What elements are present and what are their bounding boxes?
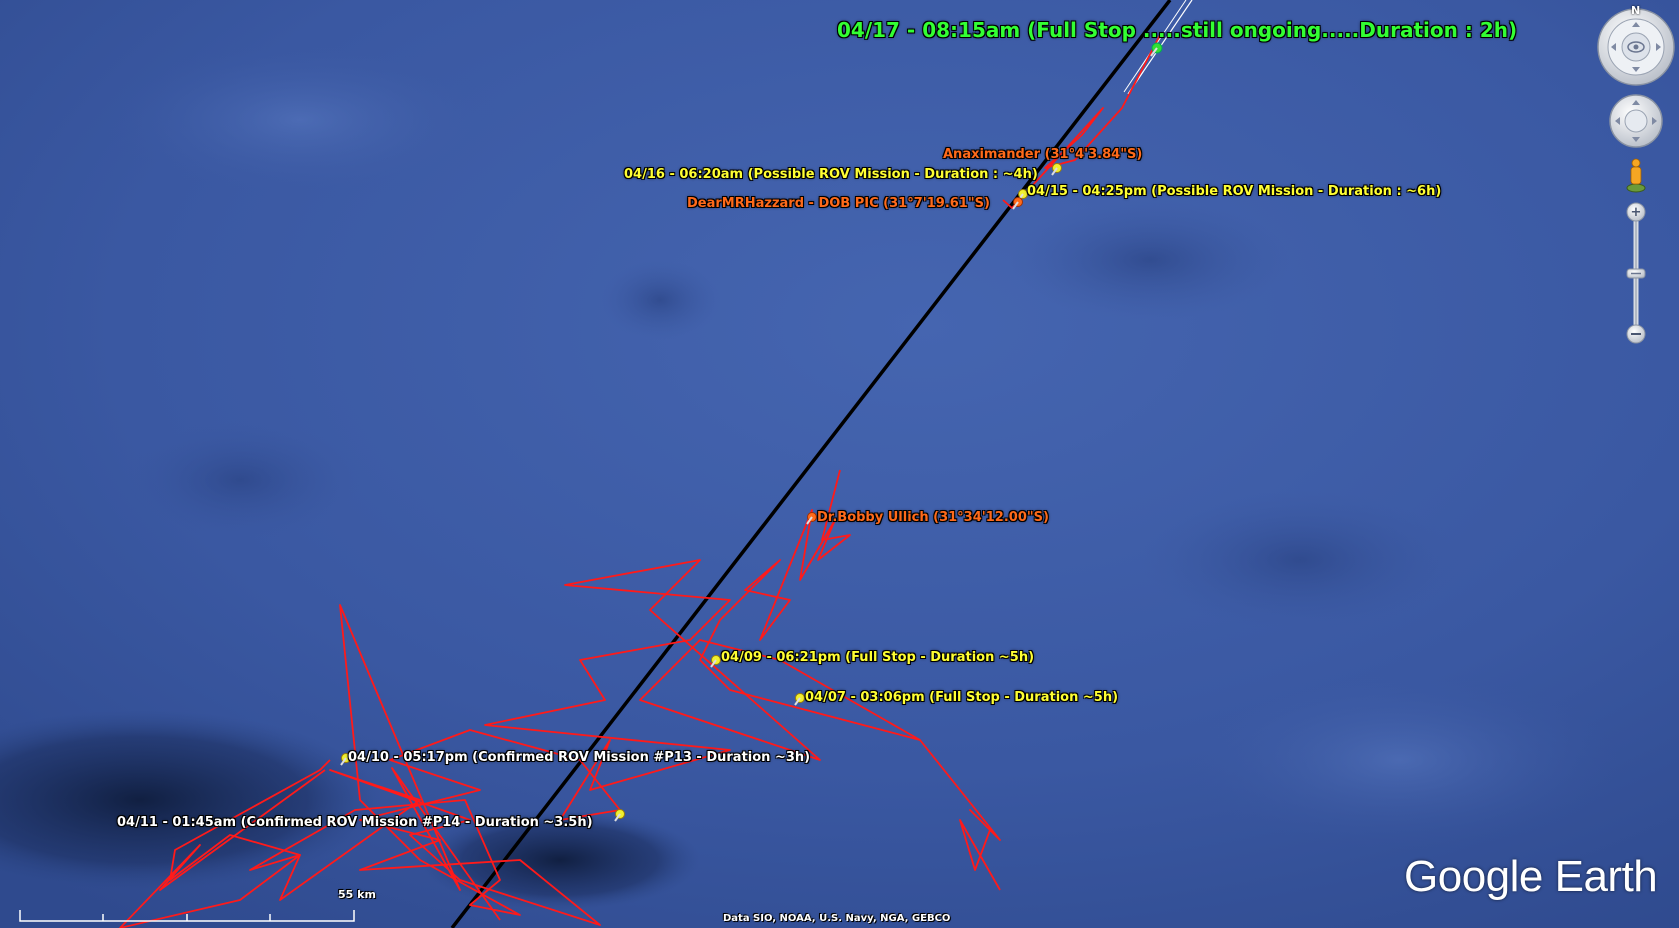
label-0407-full-stop[interactable]: 04/07 - 03:06pm (Full Stop - Duration ~5… (805, 690, 1118, 705)
label-anaximander[interactable]: Anaximander (31°4'3.84"S) (943, 147, 1142, 162)
seafloor-blot (120, 420, 360, 540)
label-p13-rov[interactable]: 04/10 - 05:17pm (Confirmed ROV Mission #… (348, 750, 810, 765)
seafloor-highlight (1180, 670, 1620, 850)
label-0409-full-stop[interactable]: 04/09 - 06:21pm (Full Stop - Duration ~5… (721, 650, 1034, 665)
label-0417-full-stop[interactable]: 04/17 - 08:15am (Full Stop .....still on… (837, 19, 1517, 41)
look-joystick[interactable] (1597, 8, 1675, 86)
label-0416-rov[interactable]: 04/16 - 06:20am (Possible ROV Mission - … (624, 167, 1038, 182)
scale-label: 55 km (338, 888, 376, 901)
label-0415-rov[interactable]: 04/15 - 04:25pm (Possible ROV Mission - … (1027, 184, 1441, 199)
label-bobby-ullich[interactable]: Dr.Bobby Ullich (31°34'12.00"S) (817, 510, 1049, 525)
seafloor-blot (1010, 200, 1290, 320)
svg-text:+: + (1631, 205, 1642, 220)
map-canvas[interactable]: + (0, 0, 1679, 928)
label-p14-rov[interactable]: 04/11 - 01:45am (Confirmed ROV Mission #… (117, 815, 593, 830)
seafloor-highlight (100, 40, 500, 200)
label-dearmrhazzard[interactable]: DearMRHazzard - DOB PIC (31°7'19.61"S) (687, 196, 990, 211)
seafloor-blot (1140, 490, 1460, 630)
google-earth-logo: Google Earth (1404, 852, 1658, 901)
compass-north-label: N (1631, 4, 1641, 17)
data-attribution: Data SIO, NOAA, U.S. Navy, NGA, GEBCO (723, 913, 951, 924)
seafloor-blot (600, 260, 720, 340)
move-joystick[interactable] (1609, 94, 1663, 148)
